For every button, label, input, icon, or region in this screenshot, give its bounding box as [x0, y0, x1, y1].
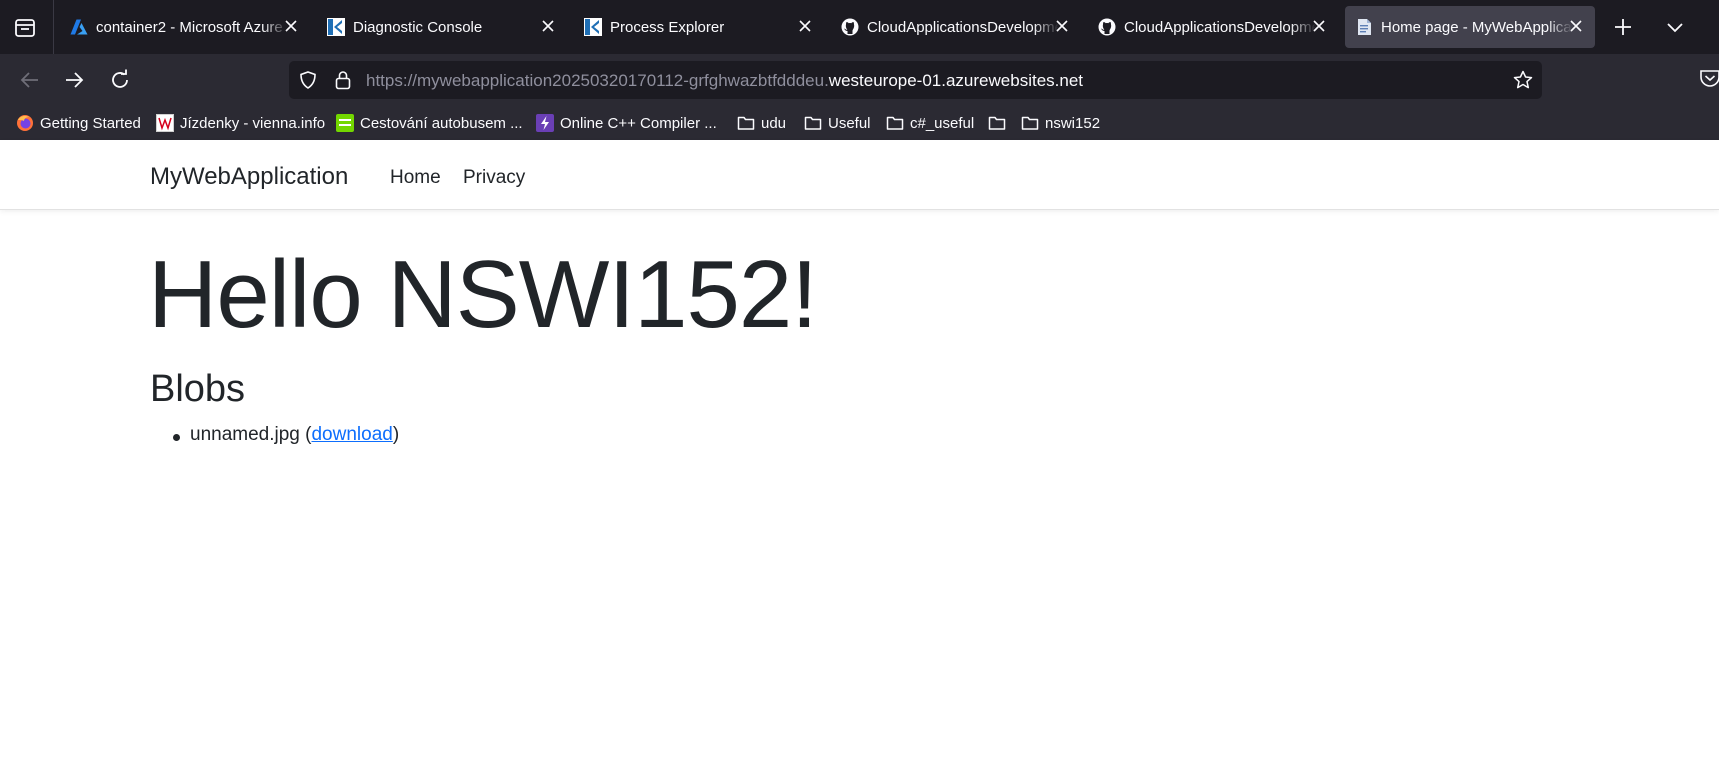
- url-text[interactable]: https://mywebapplication20250320170112-g…: [366, 71, 1083, 91]
- firefox-view-icon[interactable]: [13, 16, 37, 40]
- bookmark-item[interactable]: Getting Started: [16, 113, 146, 133]
- plus-icon[interactable]: [1612, 16, 1634, 38]
- bolt-icon: [536, 114, 554, 132]
- page-icon: [1355, 18, 1373, 36]
- navigation-toolbar: https://mywebapplication20250320170112-g…: [0, 54, 1719, 106]
- bookmark-item[interactable]: Cestování autobusem ...: [336, 113, 526, 133]
- bookmark-folder[interactable]: c#_useful: [886, 113, 986, 133]
- section-title: Blobs: [150, 368, 246, 410]
- bookmark-folder[interactable]: udu: [737, 113, 797, 133]
- folder-icon: [886, 114, 904, 132]
- github-icon: [1098, 18, 1116, 36]
- bookmarks-toolbar: Getting Started Jízdenky - vienna.info C…: [0, 106, 1719, 140]
- kudu-icon: [584, 18, 602, 36]
- bookmark-label: Online C++ Compiler ...: [560, 115, 717, 132]
- bookmark-item[interactable]: Jízdenky - vienna.info: [156, 113, 326, 133]
- azure-icon: [70, 18, 88, 36]
- blob-name: unnamed.jpg: [190, 424, 300, 445]
- github-icon: [841, 18, 859, 36]
- site-brand-link[interactable]: MyWebApplication: [150, 163, 348, 191]
- kudu-icon: [327, 18, 345, 36]
- close-icon[interactable]: [1055, 19, 1069, 33]
- site-header: MyWebApplication Home Privacy: [0, 140, 1719, 210]
- blob-paren-open: (: [299, 424, 312, 445]
- address-bar[interactable]: https://mywebapplication20250320170112-g…: [289, 61, 1542, 99]
- bookmark-label: nswi152: [1045, 115, 1101, 132]
- chevron-down-icon[interactable]: [1664, 16, 1686, 38]
- tab-title: container2 - Microsoft Azure: [96, 19, 288, 36]
- reload-icon[interactable]: [108, 68, 132, 92]
- pocket-icon[interactable]: [1699, 69, 1719, 89]
- bookmark-label: Jízdenky - vienna.info: [180, 115, 326, 132]
- folder-icon: [988, 114, 1006, 132]
- close-icon[interactable]: [1312, 19, 1326, 33]
- tab-title: Process Explorer: [610, 19, 802, 36]
- bookmark-label: Getting Started: [40, 115, 141, 132]
- folder-icon: [737, 114, 755, 132]
- list-item: unnamed.jpg (download): [150, 424, 399, 452]
- bookmark-label: c#_useful: [910, 115, 975, 132]
- nav-link-home[interactable]: Home: [390, 167, 441, 189]
- folder-icon: [804, 114, 822, 132]
- tab-title: Diagnostic Console: [353, 19, 545, 36]
- bullet-icon: [173, 434, 180, 441]
- browser-tab[interactable]: CloudApplicationsDevelopment: [831, 6, 1081, 48]
- vienna-icon: [156, 114, 174, 132]
- bookmark-folder[interactable]: nswi152: [1021, 113, 1131, 133]
- nav-link-privacy[interactable]: Privacy: [463, 167, 525, 189]
- lock-icon[interactable]: [334, 70, 352, 90]
- back-arrow-icon[interactable]: [18, 68, 42, 92]
- tab-strip: container2 - Microsoft Azure Diagnostic …: [0, 0, 1719, 54]
- browser-tab[interactable]: container2 - Microsoft Azure: [60, 6, 310, 48]
- bookmark-item[interactable]: Online C++ Compiler ...: [536, 113, 726, 133]
- tab-title: CloudApplicationsDevelopment: [1124, 19, 1316, 36]
- browser-tab[interactable]: Process Explorer: [574, 6, 824, 48]
- bookmark-label: udu: [761, 115, 787, 132]
- close-icon[interactable]: [541, 19, 555, 33]
- browser-tab-active[interactable]: Home page - MyWebApplication: [1345, 6, 1595, 48]
- blob-list: unnamed.jpg (download): [150, 424, 399, 452]
- page-heading: Hello NSWI152!: [148, 241, 818, 348]
- url-host: westeurope-01.azurewebsites.net: [828, 71, 1083, 90]
- close-icon[interactable]: [1569, 19, 1583, 33]
- download-link[interactable]: download: [311, 424, 392, 445]
- browser-tab[interactable]: Diagnostic Console: [317, 6, 567, 48]
- tabstrip-divider: [53, 0, 54, 54]
- close-icon[interactable]: [798, 19, 812, 33]
- tab-title: Home page - MyWebApplication: [1381, 19, 1573, 36]
- forward-arrow-icon[interactable]: [62, 68, 86, 92]
- bookmark-folder[interactable]: [988, 113, 1010, 133]
- folder-icon: [1021, 114, 1039, 132]
- flixbus-icon: [336, 114, 354, 132]
- tab-title: CloudApplicationsDevelopment: [867, 19, 1059, 36]
- star-icon[interactable]: [1513, 70, 1533, 90]
- bookmark-folder[interactable]: Useful: [804, 113, 884, 133]
- shield-icon[interactable]: [299, 71, 317, 89]
- close-icon[interactable]: [284, 19, 298, 33]
- url-prefix: https://mywebapplication20250320170112-g…: [366, 71, 829, 90]
- blob-paren-close: ): [392, 424, 400, 445]
- bookmark-label: Cestování autobusem ...: [360, 115, 523, 132]
- browser-tab[interactable]: CloudApplicationsDevelopment: [1088, 6, 1338, 48]
- bookmark-label: Useful: [828, 115, 871, 132]
- firefox-icon: [16, 114, 34, 132]
- web-page: MyWebApplication Home Privacy Hello NSWI…: [0, 140, 1719, 775]
